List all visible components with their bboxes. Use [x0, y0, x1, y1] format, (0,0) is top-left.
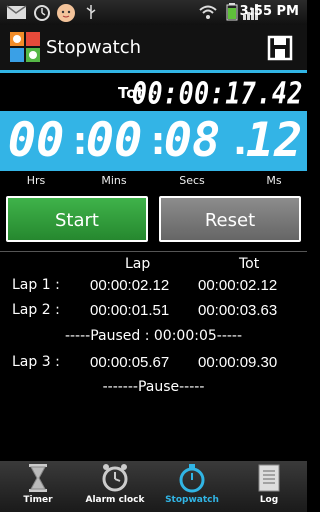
lap-total: 00:00:03.63 — [198, 302, 278, 319]
title-accent-line — [0, 70, 307, 73]
notepad-icon — [258, 464, 280, 492]
mail-icon — [6, 5, 27, 19]
hourglass-icon — [29, 464, 47, 492]
stopwatch-icon — [179, 464, 205, 493]
total-time-value: 00:00:17.42 — [131, 76, 303, 111]
bottom-tab-bar: Timer Alarm clock Stopwatch Log — [0, 461, 307, 512]
wifi-icon — [199, 5, 217, 19]
main-timer-display: 00 : 00 : 08 . 12 — [0, 111, 307, 171]
tab-label: Timer — [23, 495, 53, 505]
unit-centiseconds-label: Ms — [266, 174, 282, 187]
pause-note: -------Pause----- — [102, 379, 205, 395]
floppy-disk-icon[interactable] — [267, 35, 293, 61]
tab-label: Stopwatch — [165, 495, 219, 505]
app-title-bar: Stopwatch — [0, 25, 307, 70]
lap-name: Lap 1 : — [12, 277, 60, 293]
unit-minutes-label: Mins — [101, 174, 127, 187]
tab-log[interactable]: Log — [231, 461, 307, 512]
timer-minutes: 00 — [85, 113, 143, 168]
alarm-clock-icon — [102, 464, 128, 492]
lap-name: Lap 3 : — [12, 354, 60, 370]
total-time-row: Tot : 00:00:17.42 — [0, 76, 307, 111]
tab-timer[interactable]: Timer — [0, 461, 76, 512]
timer-seconds: 08 — [163, 113, 221, 168]
tab-label: Alarm clock — [85, 495, 145, 505]
timer-hours: 00 — [7, 113, 65, 168]
start-button[interactable]: Start — [6, 196, 148, 242]
status-time: 3:55 PM — [239, 4, 299, 19]
tab-label: Log — [259, 495, 279, 505]
laps-header-lap: Lap — [125, 256, 151, 272]
app-logo-icon — [10, 32, 40, 62]
reset-button[interactable]: Reset — [159, 196, 301, 242]
pause-note: -----Paused : 00:00:05----- — [64, 328, 243, 344]
tab-stopwatch[interactable]: Stopwatch — [154, 461, 230, 512]
alarm-icon — [34, 5, 50, 21]
status-bar: 3:55 PM — [0, 0, 307, 25]
divider — [0, 251, 307, 252]
lap-name: Lap 2 : — [12, 302, 60, 318]
unit-seconds-label: Secs — [179, 174, 205, 187]
timer-centiseconds: 12 — [245, 113, 303, 168]
unit-hours-label: Hrs — [26, 174, 46, 187]
battery-icon — [226, 3, 238, 21]
lap-time: 00:00:01.51 — [90, 302, 170, 319]
usb-icon — [86, 5, 96, 19]
lap-total: 00:00:02.12 — [198, 277, 278, 294]
laps-header-tot: Tot — [239, 256, 260, 272]
baby-face-icon — [57, 4, 75, 22]
tab-alarm-clock[interactable]: Alarm clock — [77, 461, 153, 512]
lap-total: 00:00:09.30 — [198, 354, 278, 371]
app-title: Stopwatch — [46, 37, 142, 58]
lap-time: 00:00:02.12 — [90, 277, 170, 294]
lap-time: 00:00:05.67 — [90, 354, 170, 371]
